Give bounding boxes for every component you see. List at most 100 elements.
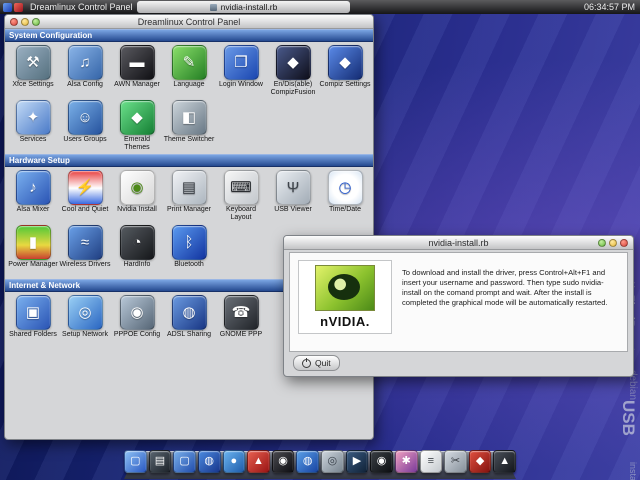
media-player-icon[interactable]: ▶ [345,450,369,473]
dialog-message: To download and install the driver, pres… [402,268,608,307]
control-panel-item[interactable]: ▣ Shared Folders [7,293,59,348]
control-panel-item[interactable]: ▬ AWN Manager [111,43,163,98]
nvidia-wordmark: nVIDIA. [320,314,370,329]
print-manager-icon: ▤ [171,170,207,205]
system-tools-icon[interactable]: ✂ [444,450,467,473]
item-label: Print Manager [167,206,211,213]
control-panel-item[interactable]: ☎ GNOME PPP [215,293,267,348]
item-label: Alsa Mixer [16,206,50,213]
active-window-tab[interactable]: nvidia-install.rb [137,1,350,13]
shared-folders-icon: ▣ [15,295,51,330]
compiz-fusion-toggle-icon: ◆ [275,45,311,80]
item-label: En/Dis(able) CompizFusion [270,81,316,97]
section-header-system: System Configuration [5,29,373,42]
keyboard-layout-icon: ⌨ [223,170,259,205]
dock-items: ▢ ▤ ▢ ◍ ● ▲ ◉ ◍ ◎ ▶ ◉ ✱ ≡ ✂ ◆ ▲ [124,450,516,473]
item-label: Nvidia Install [117,206,157,213]
display-settings-icon[interactable]: ▢ [124,450,147,473]
firefox-icon[interactable]: ◍ [197,450,221,473]
menubar: Dreamlinux Control Panel nvidia-install.… [0,0,640,14]
gnome-ppp-icon: ☎ [223,295,259,330]
dreamlinux-menu-icon[interactable] [3,2,12,12]
item-label: Cool and Quiet [61,206,109,213]
power-manager-icon: ▮ [15,225,51,260]
quit-button[interactable]: Quit [293,355,340,371]
control-panel-titlebar[interactable]: Dreamlinux Control Panel [5,15,373,29]
minimize-button[interactable] [609,238,617,247]
control-panel-item[interactable]: ⚒ Xfce Settings [7,43,59,98]
control-panel-item[interactable]: ✦ Services [7,98,59,153]
theme-switcher-icon: ◧ [171,100,207,135]
zoom-button[interactable] [598,238,606,247]
close-button[interactable] [10,17,18,26]
control-panel-item[interactable]: ⌨ Keyboard Layout [215,168,267,223]
dialog-titlebar[interactable]: nvidia-install.rb [284,236,633,250]
users-groups-icon: ☺ [67,100,103,135]
alsa-config-icon: ♫ [67,45,103,80]
login-window-icon: ❐ [223,45,259,80]
control-panel-item[interactable]: ☺ Users Groups [59,98,111,153]
control-panel-item[interactable]: ◉ Nvidia Install [111,168,163,223]
item-label: Login Window [219,81,263,88]
item-label: PPPOE Config [113,331,161,338]
item-label: HardInfo [123,261,151,268]
control-panel-item[interactable]: ◍ ADSL Sharing [163,293,215,348]
control-panel-item[interactable]: ≈ Wireless Drivers [59,223,111,278]
control-panel-item[interactable]: ♫ Alsa Config [59,43,111,98]
nvidia-install-dialog: nvidia-install.rb nVIDIA. To download an… [283,235,634,377]
zoom-button[interactable] [32,17,40,26]
compiz-settings-icon: ◆ [327,45,363,80]
watermark-install-text: install [628,461,638,480]
minimize-button[interactable] [21,17,29,26]
control-panel-item[interactable]: ◧ Theme Switcher [163,98,215,153]
control-panel-item[interactable]: ❐ Login Window [215,43,267,98]
vinyl-player-icon[interactable]: ◉ [271,450,295,473]
control-panel-item[interactable]: ▮ Power Manager [7,223,59,278]
watermark-usb-text: USB [619,400,638,436]
xfce-settings-icon: ⚒ [15,45,51,80]
control-panel-item[interactable]: ◆ En/Dis(able) CompizFusion [267,43,319,98]
screen-icon[interactable]: ▢ [173,450,196,473]
section-header-hardware: Hardware Setup [5,154,373,167]
item-label: Alsa Config [67,81,103,88]
cd-player-icon[interactable]: ◉ [370,450,393,473]
notifier-icon[interactable] [14,2,23,12]
package-installer-icon[interactable]: ◆ [468,450,492,473]
control-panel-item[interactable]: ✎ Language [163,43,215,98]
quit-button-label: Quit [315,358,331,368]
control-panel-item[interactable]: ◷ Time/Date [319,168,371,223]
dialog-body: nVIDIA. To download and install the driv… [289,252,628,352]
dvd-player-icon[interactable]: ◍ [296,450,319,473]
control-panel-item[interactable]: ▤ Print Manager [163,168,215,223]
control-panel-item[interactable]: ◔ HardInfo [111,223,163,278]
globe-icon[interactable]: ● [222,450,246,473]
text-editor-icon[interactable]: ≡ [419,450,443,473]
adsl-sharing-icon: ◍ [171,295,207,330]
photo-manager-icon[interactable]: ✱ [394,450,418,473]
burner-icon[interactable]: ◎ [321,450,344,473]
control-panel-item[interactable]: ◉ PPPOE Config [111,293,163,348]
menubar-app-title[interactable]: Dreamlinux Control Panel [30,2,133,12]
control-panel-item[interactable]: ◆ Compiz Settings [319,43,371,98]
stacks-icon[interactable]: ▲ [493,450,516,473]
adobe-reader-icon[interactable]: ▲ [247,450,270,473]
time-date-icon: ◷ [327,170,363,205]
usb-viewer-icon: Ψ [275,170,311,205]
control-panel-item[interactable]: ⚡ Cool and Quiet [59,168,111,223]
dialog-window-buttons [593,238,633,247]
wireless-drivers-icon: ≈ [67,225,103,260]
power-icon [302,357,311,368]
services-icon: ✦ [15,100,51,135]
file-cabinet-icon[interactable]: ▤ [148,450,172,473]
item-label: Setup Network [62,331,108,338]
window-buttons [5,17,45,26]
control-panel-title: Dreamlinux Control Panel [137,16,241,27]
control-panel-item[interactable]: ◆ Emerald Themes [111,98,163,153]
control-panel-item[interactable]: ♪ Alsa Mixer [7,168,59,223]
clock[interactable]: 06:34:57 PM [584,2,635,12]
control-panel-item[interactable]: ◎ Setup Network [59,293,111,348]
control-panel-item[interactable]: ᛒ Bluetooth [163,223,215,278]
control-panel-item[interactable]: Ψ USB Viewer [267,168,319,223]
dock: ▢ ▤ ▢ ◍ ● ▲ ◉ ◍ ◎ ▶ ◉ ✱ ≡ ✂ ◆ ▲ [124,443,516,480]
close-button[interactable] [620,238,628,247]
